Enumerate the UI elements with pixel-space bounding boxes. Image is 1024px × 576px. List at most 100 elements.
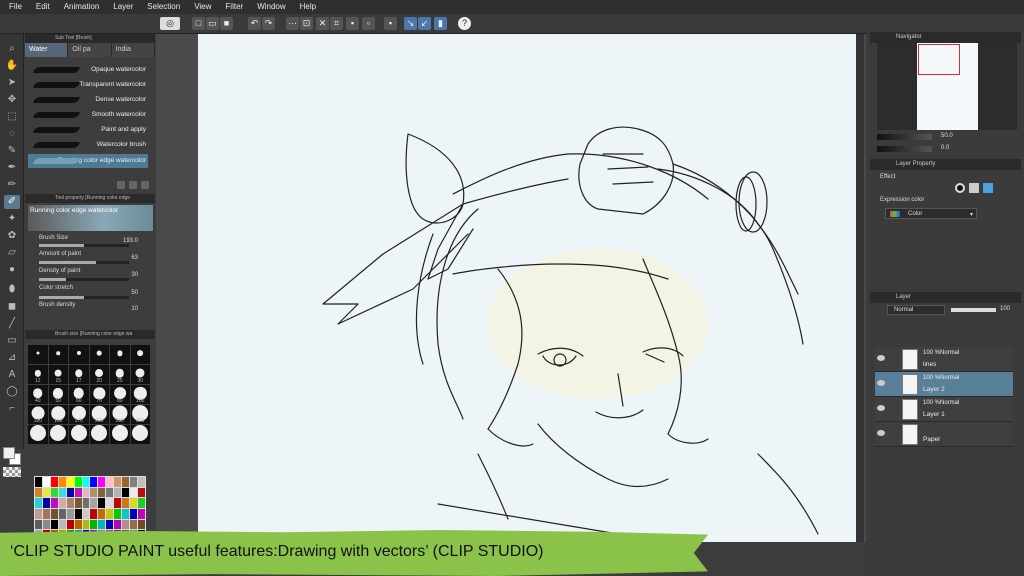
canvas-vertical-scrollbar[interactable]	[856, 34, 864, 542]
brush-size-cell[interactable]: 120	[28, 405, 48, 424]
snap-perspective-icon[interactable]: ▮	[434, 17, 447, 30]
balloon-tool-icon[interactable]: ◯	[4, 385, 20, 399]
eye-icon[interactable]	[877, 405, 885, 411]
palette-swatch[interactable]	[98, 508, 106, 519]
brush-size-cell[interactable]: 12	[28, 365, 48, 384]
help-icon[interactable]: ?	[458, 17, 471, 30]
layer-row[interactable]: 100 %Normal Layer 1	[875, 397, 1013, 422]
effect-border-icon[interactable]	[955, 183, 965, 193]
brush-size-cell[interactable]: 170	[69, 405, 89, 424]
palette-swatch[interactable]	[50, 498, 58, 508]
brush-size-cell[interactable]: 100	[130, 385, 150, 404]
palette-swatch[interactable]	[122, 519, 130, 530]
zoom-value[interactable]: 50.0	[941, 133, 953, 139]
hide-selection-icon[interactable]: ▫	[362, 17, 375, 30]
density-of-paint-slider[interactable]	[39, 278, 129, 281]
tab-india-ink[interactable]: India	[111, 43, 155, 57]
palette-swatch[interactable]	[35, 498, 42, 508]
delete-subtool-icon[interactable]	[129, 181, 137, 189]
text-tool-icon[interactable]: A	[4, 368, 20, 382]
brush-size-cell[interactable]	[69, 425, 89, 444]
blend-tool-icon[interactable]: ●	[4, 263, 20, 277]
brush-size-cell[interactable]: 60	[69, 385, 89, 404]
effect-tone-icon[interactable]	[969, 183, 979, 193]
brush-size-cell[interactable]	[110, 345, 130, 364]
deselect-icon[interactable]: ⊡	[300, 17, 313, 30]
amount-of-paint-slider[interactable]	[39, 261, 129, 264]
brush-size-cell[interactable]	[89, 425, 109, 444]
brush-size-cell[interactable]: 200	[89, 405, 109, 424]
palette-swatch[interactable]	[66, 487, 74, 498]
palette-swatch[interactable]	[98, 498, 106, 508]
navigator-preview[interactable]	[877, 43, 1017, 130]
brush-size-cell[interactable]	[28, 425, 48, 444]
color-stretch-value[interactable]: 50	[131, 290, 138, 296]
palette-swatch[interactable]	[74, 508, 82, 519]
airbrush-tool-icon[interactable]: ✦	[4, 212, 20, 226]
palette-swatch[interactable]	[130, 508, 138, 519]
palette-swatch[interactable]	[114, 477, 122, 487]
palette-swatch[interactable]	[114, 508, 122, 519]
palette-swatch[interactable]	[82, 508, 90, 519]
opacity-slider[interactable]	[951, 308, 996, 312]
palette-swatch[interactable]	[42, 519, 50, 530]
eye-icon[interactable]	[877, 380, 885, 386]
brush-size-cell[interactable]	[130, 345, 150, 364]
palette-swatch[interactable]	[58, 498, 66, 508]
palette-swatch[interactable]	[130, 487, 138, 498]
fill-tool-icon[interactable]: ⬮	[4, 283, 20, 297]
brush-density-value[interactable]: 10	[131, 306, 138, 312]
open-icon[interactable]: ▭	[206, 17, 219, 30]
brush-item[interactable]: Dense watercolor	[28, 93, 148, 107]
snap-grid-icon[interactable]: ↙	[418, 17, 431, 30]
transparent-color-swatch[interactable]	[3, 467, 21, 477]
brush-tool-icon[interactable]: ✐	[4, 195, 20, 209]
brush-size-cell[interactable]: 80	[110, 385, 130, 404]
palette-swatch[interactable]	[114, 487, 122, 498]
palette-swatch[interactable]	[122, 508, 130, 519]
menu-window[interactable]: Window	[257, 0, 285, 14]
menu-layer[interactable]: Layer	[113, 0, 133, 14]
palette-swatch[interactable]	[35, 487, 42, 498]
palette-swatch[interactable]	[90, 477, 98, 487]
brush-size-cell[interactable]	[48, 345, 68, 364]
palette-swatch[interactable]	[42, 487, 50, 498]
color-stretch-slider[interactable]	[39, 296, 129, 299]
palette-swatch[interactable]	[98, 487, 106, 498]
palette-swatch[interactable]	[114, 519, 122, 530]
palette-swatch[interactable]	[66, 477, 74, 487]
decoration-tool-icon[interactable]: ✿	[4, 229, 20, 243]
palette-swatch[interactable]	[82, 477, 90, 487]
subtool-menu-icon[interactable]	[141, 181, 149, 189]
palette-swatch[interactable]	[50, 508, 58, 519]
palette-swatch[interactable]	[106, 477, 114, 487]
palette-swatch[interactable]	[106, 519, 114, 530]
palette-swatch[interactable]	[90, 498, 98, 508]
crop-icon[interactable]: ▪	[384, 17, 397, 30]
eye-icon[interactable]	[877, 355, 885, 361]
brush-size-cell[interactable]: 17	[69, 365, 89, 384]
palette-swatch[interactable]	[66, 498, 74, 508]
brush-size-cell[interactable]	[28, 345, 48, 364]
palette-swatch[interactable]	[58, 519, 66, 530]
palette-swatch[interactable]	[35, 508, 42, 519]
palette-swatch[interactable]	[98, 519, 106, 530]
palette-swatch[interactable]	[82, 487, 90, 498]
layer-row[interactable]: Paper	[875, 422, 1013, 447]
menu-help[interactable]: Help	[300, 0, 316, 14]
brush-size-cell[interactable]	[69, 345, 89, 364]
density-of-paint-value[interactable]: 30	[131, 272, 138, 278]
undo-icon[interactable]: ↶	[248, 17, 261, 30]
brush-size-cell[interactable]	[110, 425, 130, 444]
brush-item[interactable]: Watercolor brush	[28, 138, 148, 152]
palette-swatch[interactable]	[74, 498, 82, 508]
palette-swatch[interactable]	[42, 508, 50, 519]
palette-swatch[interactable]	[122, 487, 130, 498]
palette-swatch[interactable]	[82, 519, 90, 530]
select-all-icon[interactable]: ⋯	[286, 17, 299, 30]
snap-ruler-icon[interactable]: ↘	[404, 17, 417, 30]
palette-swatch[interactable]	[58, 508, 66, 519]
palette-swatch[interactable]	[138, 487, 145, 498]
palette-swatch[interactable]	[130, 498, 138, 508]
palette-swatch[interactable]	[35, 477, 42, 487]
